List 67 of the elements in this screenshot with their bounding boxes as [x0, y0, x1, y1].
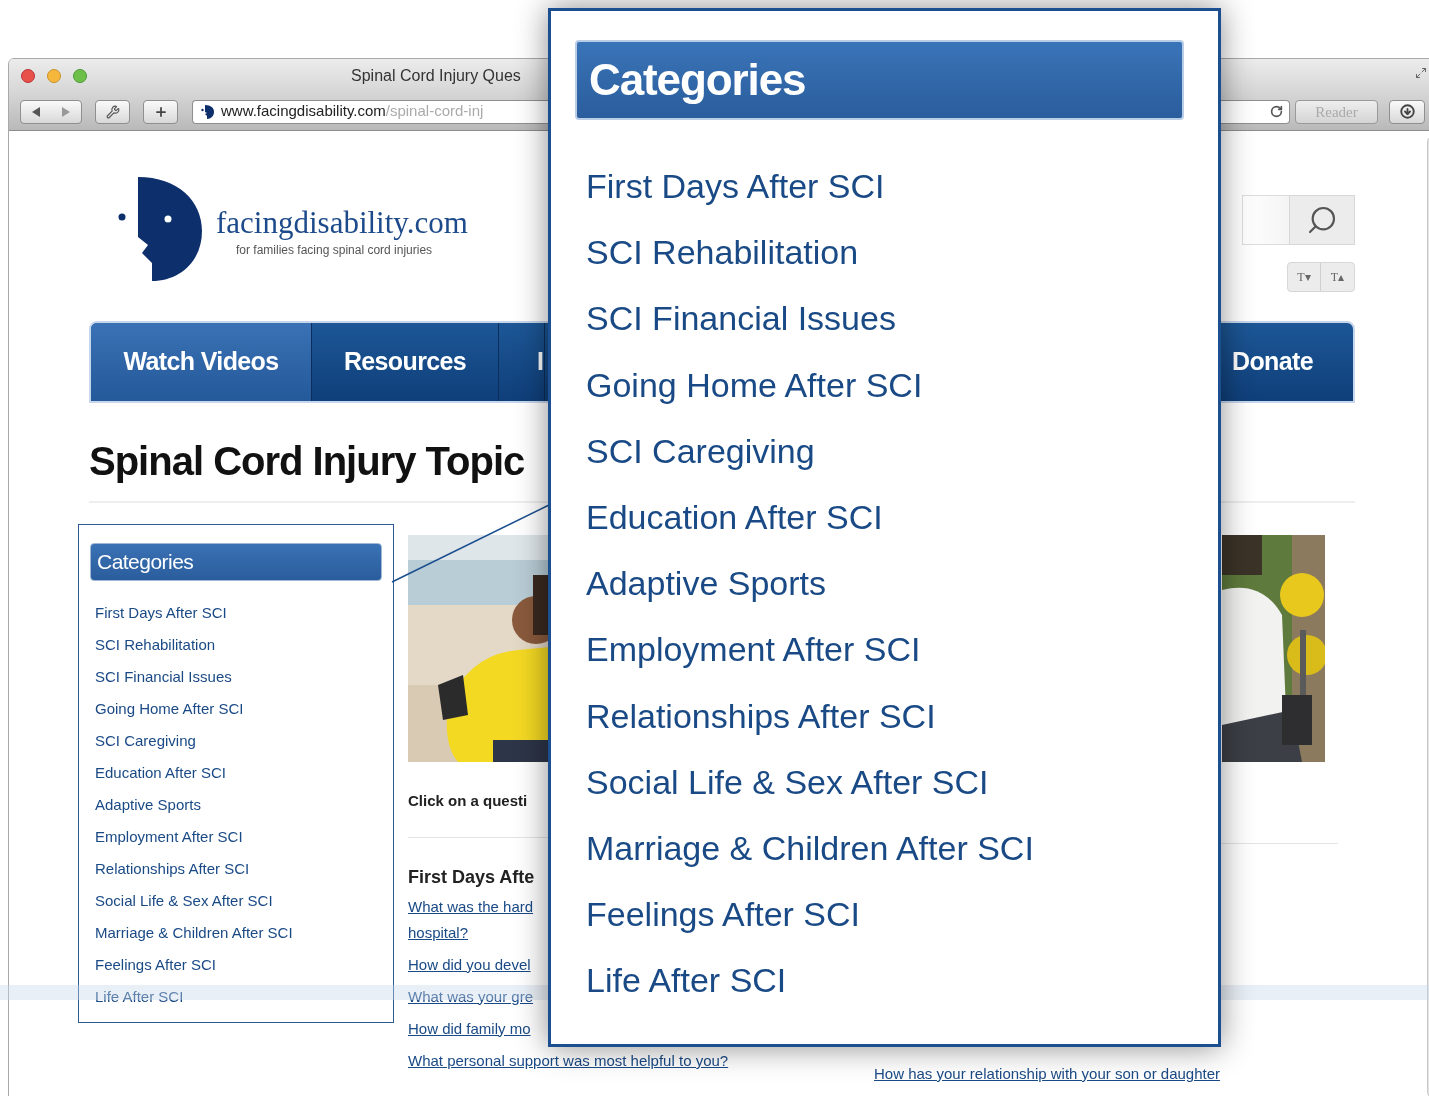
- category-link[interactable]: Social Life & Sex After SCI: [586, 748, 1194, 815]
- back-forward-button[interactable]: [20, 99, 82, 124]
- category-link[interactable]: First Days After SCI: [586, 153, 1194, 220]
- question-link[interactable]: What personal support was most helpful to you?: [408, 1050, 729, 1071]
- search-icon: [1306, 204, 1338, 236]
- plus-icon: [153, 104, 168, 119]
- category-link[interactable]: Education After SCI: [586, 483, 1194, 551]
- category-link[interactable]: SCI Rehabilitation: [95, 629, 382, 661]
- question-link[interactable]: How did you devel: [408, 954, 531, 975]
- wrench-icon: [105, 104, 120, 119]
- site-tagline: for families facing spinal cord injuries: [236, 242, 434, 259]
- category-link[interactable]: SCI Caregiving: [95, 725, 382, 757]
- nav-tab[interactable]: Watch Videos: [91, 323, 312, 401]
- category-link[interactable]: Employment After SCI: [586, 616, 1194, 683]
- address-field-end[interactable]: [1220, 99, 1290, 124]
- reload-icon[interactable]: [1270, 105, 1283, 118]
- back-icon[interactable]: [31, 105, 41, 118]
- download-icon: [1399, 104, 1415, 119]
- category-link[interactable]: Social Life & Sex After SCI: [95, 885, 382, 917]
- forward-icon[interactable]: [61, 105, 71, 118]
- category-link[interactable]: Feelings After SCI: [95, 949, 382, 981]
- site-icon: [201, 103, 215, 120]
- callout-title: Categories: [589, 54, 806, 106]
- category-link[interactable]: Adaptive Sports: [586, 550, 1194, 617]
- category-link[interactable]: Relationships After SCI: [586, 682, 1194, 749]
- category-link[interactable]: SCI Financial Issues: [95, 661, 382, 693]
- text-larger-button[interactable]: T▴: [1321, 263, 1354, 291]
- logo-icon: [116, 175, 204, 283]
- url-path: /spinal-cord-inj: [385, 101, 484, 122]
- category-link[interactable]: Adaptive Sports: [95, 789, 382, 821]
- site-logo-text[interactable]: facingdisability.com: [216, 205, 468, 241]
- category-link[interactable]: Relationships After SCI: [95, 853, 382, 885]
- section-title: First Days Afte: [408, 865, 535, 889]
- text-smaller-button[interactable]: T▾: [1288, 263, 1321, 291]
- intro-text: Click on a questi: [408, 791, 528, 811]
- donate-tab[interactable]: Donate: [1226, 323, 1353, 401]
- resize-icon[interactable]: [1415, 67, 1427, 79]
- category-link[interactable]: Life After SCI: [586, 947, 1194, 1014]
- nav-tab[interactable]: I: [499, 323, 545, 401]
- category-link[interactable]: Marriage & Children After SCI: [586, 814, 1194, 882]
- search-field[interactable]: [1242, 195, 1289, 245]
- search-button[interactable]: [1289, 195, 1355, 245]
- category-link[interactable]: First Days After SCI: [95, 597, 382, 629]
- address-field[interactable]: www.facingdisability.com/spinal-cord-inj: [192, 99, 548, 124]
- category-link[interactable]: Life After SCI: [95, 981, 382, 1013]
- new-tab-button[interactable]: [143, 99, 178, 124]
- question-link[interactable]: hospital?: [408, 922, 469, 943]
- question-link[interactable]: What was the hard: [408, 896, 534, 917]
- downloads-button[interactable]: [1389, 99, 1425, 124]
- question-link[interactable]: How did family mo: [408, 1018, 531, 1039]
- nav-tab[interactable]: Resources: [312, 323, 499, 401]
- page-heading: Spinal Cord Injury Topic: [89, 438, 525, 485]
- category-link[interactable]: Going Home After SCI: [586, 351, 1194, 418]
- category-link[interactable]: Going Home After SCI: [95, 693, 382, 725]
- category-link[interactable]: SCI Caregiving: [586, 417, 1194, 484]
- question-link[interactable]: What was your gre: [408, 986, 534, 1007]
- category-link[interactable]: SCI Financial Issues: [586, 285, 1194, 352]
- window-title: Spinal Cord Injury Ques: [351, 66, 521, 86]
- category-link[interactable]: Marriage & Children After SCI: [95, 917, 382, 949]
- url-domain: www.facingdisability.com: [221, 101, 386, 122]
- sidebar-title: Categories: [97, 549, 194, 576]
- category-link[interactable]: Feelings After SCI: [586, 881, 1194, 948]
- settings-button[interactable]: [95, 99, 130, 124]
- question-link[interactable]: How has your relationship with your son or daughter: [874, 1063, 1221, 1086]
- category-link[interactable]: SCI Rehabilitation: [586, 219, 1194, 286]
- category-link[interactable]: Education After SCI: [95, 757, 382, 789]
- category-link[interactable]: Employment After SCI: [95, 821, 382, 853]
